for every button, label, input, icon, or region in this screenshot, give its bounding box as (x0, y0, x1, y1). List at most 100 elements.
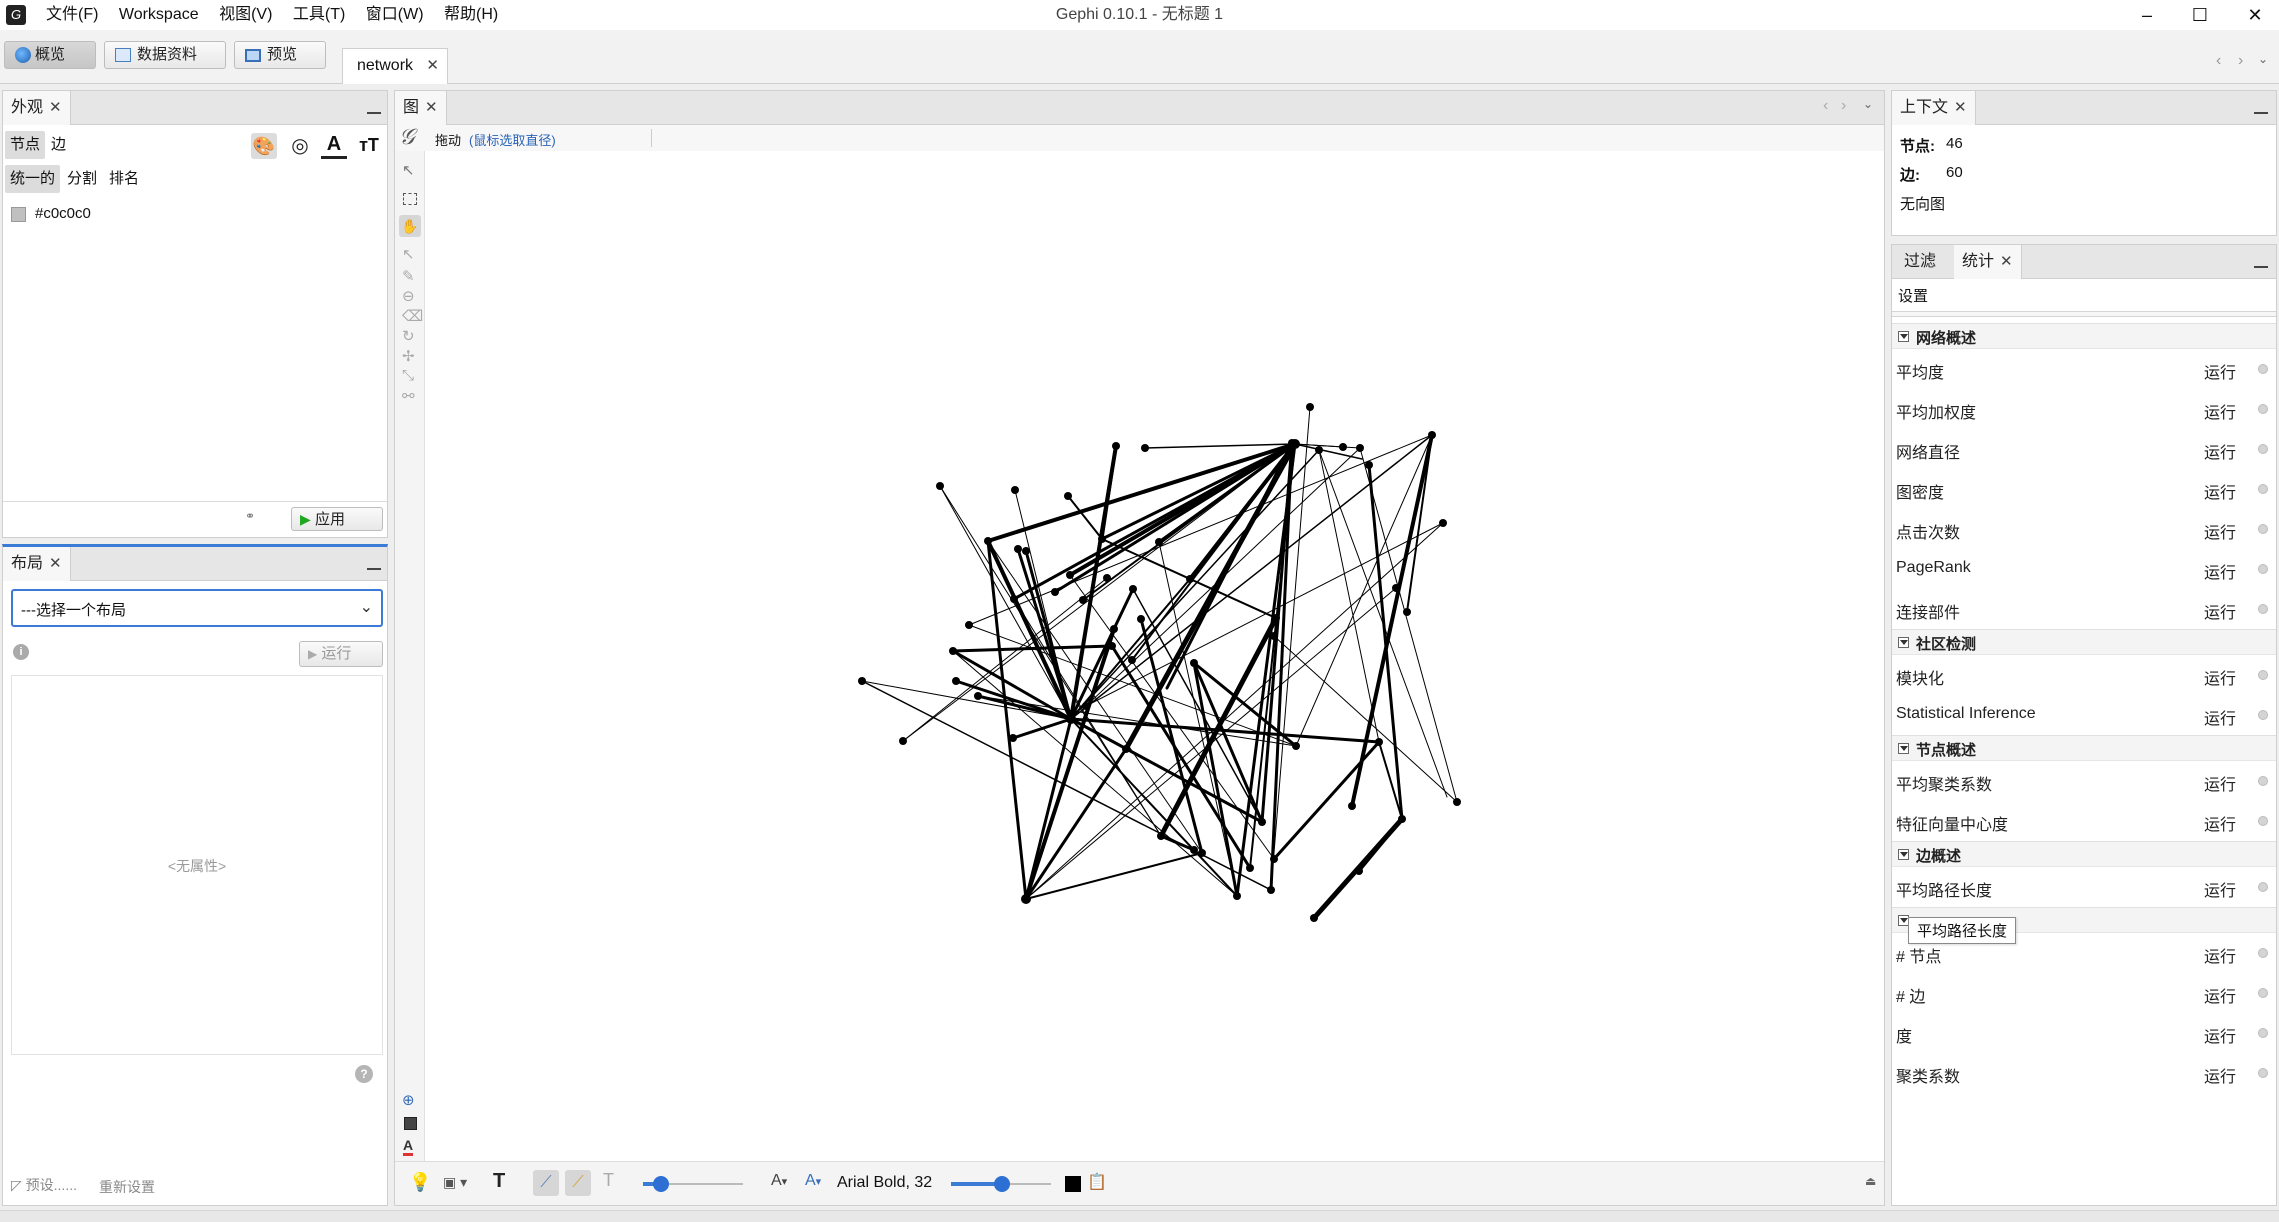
apply-button[interactable]: ▶ 应用 (291, 507, 383, 531)
menu-window[interactable]: 窗口(W) (366, 6, 424, 23)
info-icon[interactable] (2258, 524, 2268, 534)
run-button[interactable]: 运行 (2204, 983, 2236, 1007)
clipboard-icon[interactable]: 📋 (1087, 1172, 1107, 1192)
graph-node[interactable] (949, 647, 957, 655)
graph-node[interactable] (1112, 442, 1120, 450)
graph-node[interactable] (1270, 632, 1278, 640)
info-icon[interactable] (2258, 404, 2268, 414)
tab-filters[interactable]: 过滤 (1896, 245, 1944, 279)
info-icon[interactable] (2258, 1028, 2268, 1038)
maximize-button[interactable]: ☐ (2185, 0, 2215, 30)
graph-node[interactable] (1128, 656, 1136, 664)
close-icon[interactable]: ✕ (49, 555, 62, 572)
graph-node[interactable] (1375, 738, 1383, 746)
zoom-fit-icon[interactable]: ⊕ (402, 1091, 415, 1109)
shortest-path-icon[interactable]: ⚯ (402, 387, 415, 405)
edge-scale-slider-thumb[interactable] (653, 1176, 669, 1192)
run-button[interactable]: 运行 (2204, 559, 2236, 583)
link-icon[interactable]: ⚭ (245, 509, 255, 523)
presets-link[interactable]: ◸ 预设...... (11, 1175, 77, 1195)
graph-node[interactable] (1306, 403, 1314, 411)
graph-node[interactable] (1157, 832, 1165, 840)
graph-node[interactable] (858, 677, 866, 685)
graph-node[interactable] (1258, 818, 1266, 826)
graph-node[interactable] (1051, 588, 1059, 596)
run-button[interactable]: 运行 (2204, 1063, 2236, 1087)
graph-tab-right-icon[interactable]: › (1841, 97, 1846, 115)
menu-tools[interactable]: 工具(T) (293, 6, 345, 23)
background-color-icon[interactable] (404, 1117, 417, 1130)
graph-node[interactable] (1310, 914, 1318, 922)
minimize-panel-icon[interactable] (2254, 266, 2268, 268)
close-icon[interactable]: ✕ (2000, 253, 2013, 270)
graph-canvas[interactable] (426, 151, 1884, 1161)
graph-node[interactable] (1066, 714, 1076, 724)
graph-node[interactable] (1064, 492, 1072, 500)
tab-layout[interactable]: 布局 ✕ (3, 547, 71, 581)
graph-node[interactable] (1066, 571, 1074, 579)
tab-context[interactable]: 上下文 ✕ (1892, 91, 1976, 125)
info-icon[interactable] (2258, 776, 2268, 786)
tab-statistics[interactable]: 统计 ✕ (1954, 245, 2022, 279)
run-button[interactable]: 运行 (2204, 599, 2236, 623)
menu-view[interactable]: 视图(V) (219, 6, 272, 23)
info-icon[interactable]: i (13, 644, 29, 660)
graph-node[interactable] (1272, 614, 1280, 622)
mode-partition[interactable]: 分割 (67, 165, 97, 193)
info-icon[interactable] (2258, 444, 2268, 454)
graph-node[interactable] (1198, 849, 1206, 857)
graph-node[interactable] (965, 621, 973, 629)
run-button[interactable]: 运行 (2204, 519, 2236, 543)
graph-node[interactable] (1453, 798, 1461, 806)
run-button[interactable]: 运行 (2204, 877, 2236, 901)
tab-graph[interactable]: 图 ✕ (395, 91, 447, 125)
overview-button[interactable]: 概览 (4, 41, 96, 69)
run-button[interactable]: 运行 (2204, 705, 2236, 729)
graph-node[interactable] (1190, 659, 1198, 667)
info-icon[interactable] (2258, 484, 2268, 494)
graph-node[interactable] (1392, 584, 1400, 592)
graph-node[interactable] (1288, 439, 1296, 447)
run-button[interactable]: 运行 (2204, 399, 2236, 423)
direct-selection-icon[interactable]: ↖ (402, 245, 415, 263)
graph-node[interactable] (1011, 486, 1019, 494)
graph-node[interactable] (1365, 461, 1373, 469)
graph-node[interactable] (1270, 855, 1278, 863)
rectangle-select-icon[interactable] (403, 193, 417, 205)
graph-tab-left-icon[interactable]: ‹ (1823, 97, 1828, 115)
graph-node[interactable] (1292, 742, 1300, 750)
menu-file[interactable]: 文件(F) (46, 6, 98, 23)
graph-node[interactable] (1010, 595, 1018, 603)
run-button[interactable]: 运行 (2204, 771, 2236, 795)
graph-node[interactable] (1082, 702, 1090, 710)
info-icon[interactable] (2258, 564, 2268, 574)
info-icon[interactable] (2258, 948, 2268, 958)
graph-node[interactable] (1108, 642, 1116, 650)
minimize-button[interactable]: – (2132, 0, 2162, 30)
palette-icon[interactable]: 🎨 (251, 133, 277, 159)
workspace-tab[interactable]: network ✕ (342, 48, 448, 84)
graph-node[interactable] (1267, 886, 1275, 894)
color-swatch[interactable] (11, 207, 26, 222)
graph-node[interactable] (1141, 444, 1149, 452)
statistics-settings-link[interactable]: 设置 (1898, 285, 1928, 306)
layout-select[interactable]: ---选择一个布局 ⌄ (11, 589, 383, 627)
run-button[interactable]: 运行 (2204, 1023, 2236, 1047)
eraser-icon[interactable]: ⌫ (402, 307, 423, 325)
run-button[interactable]: 运行 (2204, 359, 2236, 383)
edge-color-icon[interactable]: ⟋ (533, 1170, 559, 1196)
graph-node[interactable] (974, 692, 982, 700)
run-button[interactable]: 运行 (2204, 479, 2236, 503)
expand-toolbar-icon[interactable]: ⏏ (1865, 1174, 1876, 1188)
workspace-scroll-right-icon[interactable]: › (2238, 52, 2243, 70)
label-size-icon[interactable]: тT (355, 131, 383, 159)
size-icon[interactable]: ◎ (287, 133, 313, 159)
graph-node[interactable] (1079, 596, 1087, 604)
close-icon[interactable]: ✕ (49, 99, 62, 116)
graph-node[interactable] (952, 677, 960, 685)
graph-node[interactable] (1186, 575, 1194, 583)
close-window-button[interactable]: ✕ (2240, 0, 2270, 30)
graph-node[interactable] (936, 482, 944, 490)
graph-node[interactable] (1355, 867, 1363, 875)
graph-node[interactable] (1122, 745, 1130, 753)
